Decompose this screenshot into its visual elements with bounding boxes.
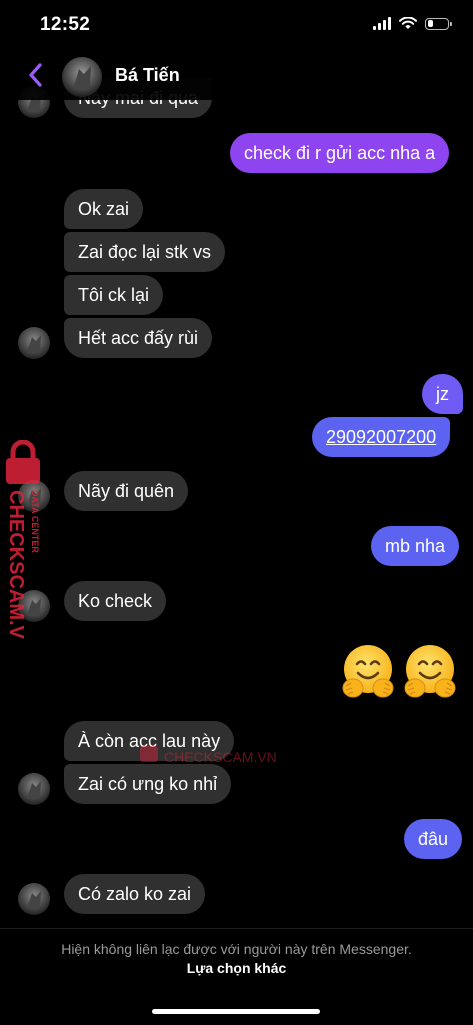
other-options-link[interactable]: Lựa chọn khác: [0, 960, 473, 976]
message-bubble-incoming[interactable]: Ok zai: [64, 189, 144, 229]
hugging-face-emoji[interactable]: [338, 642, 398, 702]
status-icons: [373, 17, 452, 30]
unavailable-notice: Hiện không liên lạc được với người này t…: [61, 941, 412, 957]
contact-avatar: [18, 327, 50, 359]
message-bubble-incoming[interactable]: À còn acc lau này: [64, 721, 235, 761]
message-bubble-incoming[interactable]: Zai có ưng ko nhỉ: [64, 764, 232, 804]
battery-icon: [425, 17, 452, 30]
status-time: 12:52: [40, 14, 91, 35]
battery-level: [427, 20, 433, 27]
message-bubble-incoming[interactable]: Ko check: [64, 581, 167, 621]
contact-avatar-header[interactable]: [62, 57, 102, 97]
unavailable-banner: Hiện không liên lạc được với người này t…: [0, 928, 473, 1025]
status-bar: 12:52: [0, 0, 473, 50]
contact-avatar: [18, 773, 50, 805]
cellular-signal-icon: [373, 17, 391, 30]
message-bubble-outgoing[interactable]: mb nha: [371, 526, 460, 566]
contact-avatar: [18, 590, 50, 622]
message-bubble-outgoing[interactable]: check đi r gửi acc nha a: [230, 133, 450, 173]
message-bubble-outgoing[interactable]: jz: [422, 374, 463, 414]
conversation-header: Bá Tiến: [0, 50, 473, 100]
message-list[interactable]: Này mai đi qua check đi r gửi acc nha a …: [0, 0, 473, 930]
message-bubble-incoming[interactable]: Nãy đi quên: [64, 471, 189, 511]
hugging-face-emoji[interactable]: [400, 642, 460, 702]
padlock-icon: [6, 440, 40, 484]
message-bubble-incoming[interactable]: Zai đọc lại stk vs: [64, 232, 226, 272]
message-bubble-incoming[interactable]: Hết acc đấy rùi: [64, 318, 213, 358]
back-button[interactable]: [20, 58, 50, 92]
contact-avatar: [18, 883, 50, 915]
contact-avatar: [18, 480, 50, 512]
message-bubble-incoming[interactable]: Có zalo ko zai: [64, 874, 206, 914]
wifi-icon: [399, 17, 417, 29]
message-bubble-outgoing[interactable]: 29092007200: [312, 417, 451, 457]
message-bubble-incoming[interactable]: Tôi ck lại: [64, 275, 164, 315]
home-indicator[interactable]: [152, 1009, 320, 1014]
phone-number-link[interactable]: 29092007200: [326, 427, 436, 447]
message-bubble-outgoing[interactable]: đâu: [404, 819, 463, 859]
chevron-left-icon: [29, 63, 42, 87]
contact-name[interactable]: Bá Tiến: [115, 65, 180, 86]
